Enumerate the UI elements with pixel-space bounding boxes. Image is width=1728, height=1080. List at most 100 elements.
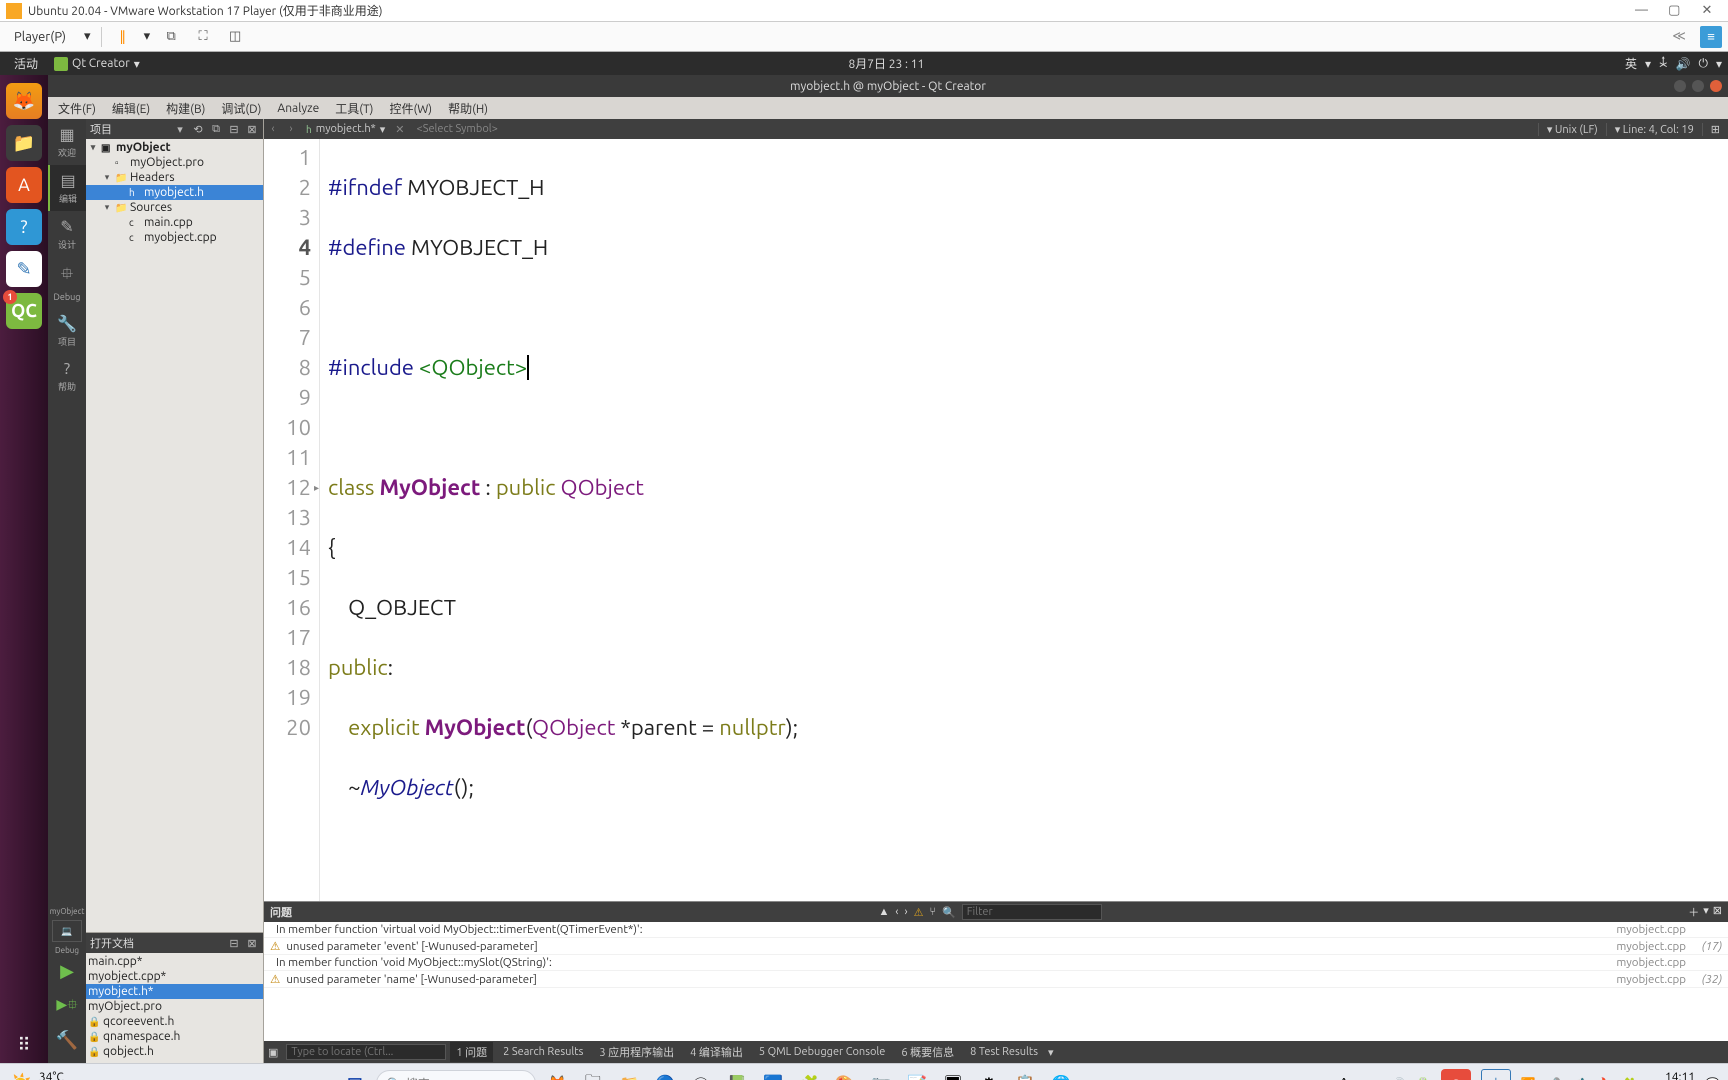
mode-design[interactable]: ✎设计	[48, 211, 86, 257]
player-menu[interactable]: Player(P)	[6, 28, 74, 46]
dock-files[interactable]: 📁	[6, 125, 42, 161]
qt-maximize[interactable]	[1692, 80, 1704, 92]
taskbar-app[interactable]: 📷	[866, 1069, 896, 1080]
panel-datetime[interactable]: 8月7日 23 : 11	[148, 55, 1625, 72]
taskbar-app[interactable]: 🦊	[542, 1069, 572, 1080]
menu-help[interactable]: 帮助(H)	[442, 98, 494, 119]
output-tab-general[interactable]: 6 概要信息	[895, 1042, 960, 1062]
dock-software[interactable]: A	[6, 167, 42, 203]
open-doc-item[interactable]: myobject.h*	[86, 984, 263, 999]
tree-main-cpp[interactable]: cmain.cpp	[86, 215, 263, 230]
tree-myobject-cpp[interactable]: cmyobject.cpp	[86, 230, 263, 245]
minimize-button[interactable]: —	[1627, 3, 1657, 17]
close-button[interactable]: ✕	[1692, 3, 1722, 18]
open-doc-item[interactable]: 🔒qcoreevent.h	[86, 1014, 263, 1029]
taskbar-app[interactable]: 🗀	[578, 1069, 608, 1080]
power-icon[interactable]: ⏻	[1698, 57, 1708, 71]
open-doc-item[interactable]: main.cpp*	[86, 954, 263, 969]
menu-debug[interactable]: 调试(D)	[215, 98, 267, 119]
menu-window[interactable]: 控件(W)	[383, 98, 438, 119]
issue-row[interactable]: ⚠unused parameter 'name' [-Wunused-param…	[264, 971, 1728, 988]
mode-projects[interactable]: 🔧项目	[48, 308, 86, 354]
dock-texteditor[interactable]: ✎	[6, 251, 42, 287]
tray-expand[interactable]: ^	[1329, 1069, 1359, 1080]
dock-help[interactable]: ?	[6, 209, 42, 245]
lang-indicator[interactable]: 英	[1625, 55, 1637, 72]
unity-button[interactable]: ◫	[224, 26, 246, 48]
taskbar-app[interactable]: 📋	[1010, 1069, 1040, 1080]
tree-project-root[interactable]: ▾▣myObject	[86, 140, 263, 155]
close-pane-icon[interactable]: ⊠	[245, 123, 259, 136]
file-crumb[interactable]: h myobject.h* ▾	[300, 123, 391, 136]
tray-icon[interactable]: 🎤	[1546, 1077, 1561, 1080]
prev-issue[interactable]: ▲	[878, 906, 889, 918]
tray-icon[interactable]: 🔥	[1596, 1077, 1611, 1080]
taskbar-app[interactable]: 📗	[722, 1069, 752, 1080]
output-tab-issues[interactable]: 1 问题	[450, 1042, 493, 1062]
fullscreen-button[interactable]: ⛶	[192, 26, 214, 48]
ime-sogou-icon[interactable]: S	[1441, 1069, 1471, 1080]
maximize-button[interactable]: ▢	[1659, 3, 1689, 18]
tree-pro-file[interactable]: ▫myObject.pro	[86, 155, 263, 170]
volume-icon[interactable]: 🔊	[1676, 57, 1691, 71]
tree-sources-folder[interactable]: ▾📁Sources	[86, 200, 263, 215]
menu-file[interactable]: 文件(F)	[52, 98, 102, 119]
taskbar-app[interactable]: 🌐	[1046, 1069, 1076, 1080]
split-icon[interactable]: ⊟	[227, 937, 241, 950]
open-doc-item[interactable]: myObject.pro	[86, 999, 263, 1014]
send-cad-button[interactable]: ⧉	[160, 26, 182, 48]
back-button[interactable]: ≪	[1668, 26, 1690, 48]
taskbar-app[interactable]: 🎨	[830, 1069, 860, 1080]
taskbar-app[interactable]: 🟦	[758, 1069, 788, 1080]
menu-tools[interactable]: 工具(T)	[329, 98, 379, 119]
line-ending-selector[interactable]: ▾ Unix (LF)	[1538, 123, 1606, 136]
editor-split-icon[interactable]: ⊞	[1702, 123, 1728, 136]
menu-edit[interactable]: 编辑(E)	[106, 98, 156, 119]
tray-icon[interactable]: ☁	[1369, 1077, 1381, 1080]
system-tray[interactable]: ^ ☁ 🔊 🔋 S 中 📶 🎤 📢 🔥 🧩 14:11 2023/8/8 💬	[1329, 1069, 1720, 1080]
issues-list[interactable]: In member function 'virtual void MyObjec…	[264, 922, 1728, 1041]
output-tab-qml[interactable]: 5 QML Debugger Console	[753, 1044, 892, 1060]
mode-edit[interactable]: ▤编辑	[48, 165, 86, 211]
taskbar-app[interactable]: ⚙	[974, 1069, 1004, 1080]
code-content[interactable]: #ifndef MYOBJECT_H #define MYOBJECT_H #i…	[320, 139, 1728, 901]
taskbar-search[interactable]: 🔍 搜索	[376, 1070, 536, 1080]
next-issue-down[interactable]: ›	[904, 906, 907, 918]
tray-icon[interactable]: 📶	[1521, 1077, 1536, 1080]
tray-icon[interactable]: 🔋	[1416, 1077, 1431, 1080]
output-tab-compile[interactable]: 4 编译输出	[684, 1042, 749, 1062]
minimize-pane-icon[interactable]: ▾	[1703, 904, 1709, 920]
mode-debug[interactable]: ⯐Debug	[48, 257, 86, 308]
close-pane-icon[interactable]: ⊠	[1713, 904, 1722, 920]
kit-selector[interactable]: 💻	[52, 920, 82, 942]
fold-icon[interactable]: ▸	[314, 473, 319, 503]
zoom-in-icon[interactable]: ＋	[1688, 904, 1699, 920]
dock-firefox[interactable]: 🦊	[6, 83, 42, 119]
symbol-selector[interactable]: <Select Symbol>	[409, 123, 506, 135]
issue-row[interactable]: In member function 'void MyObject::mySlo…	[264, 955, 1728, 971]
suspend-vm-button[interactable]: ∥	[112, 26, 134, 48]
qt-close[interactable]	[1710, 80, 1722, 92]
filter-warn-icon[interactable]: ⚠	[914, 906, 924, 919]
build-button[interactable]: 🔨	[50, 1024, 84, 1057]
code-editor[interactable]: 1234567891011121314151617181920 #ifndef …	[264, 139, 1728, 901]
taskbar-app[interactable]: Ⓜ	[686, 1069, 716, 1080]
cursor-position[interactable]: ▾ Line: 4, Col: 19	[1606, 123, 1702, 136]
tree-headers-folder[interactable]: ▾📁Headers	[86, 170, 263, 185]
filter-icon[interactable]: ▾	[173, 123, 187, 136]
taskbar-app[interactable]: 🔵	[650, 1069, 680, 1080]
start-button[interactable]: ⊞	[340, 1069, 370, 1080]
taskbar-app[interactable]: 🧩	[794, 1069, 824, 1080]
taskbar-weather[interactable]: ☀️ 34°C 局部晴朗	[8, 1071, 87, 1080]
open-doc-item[interactable]: 🔒qobject.h	[86, 1044, 263, 1059]
output-tab-app[interactable]: 3 应用程序输出	[593, 1042, 680, 1062]
taskbar-clock[interactable]: 14:11 2023/8/8	[1646, 1071, 1695, 1080]
app-menu[interactable]: Qt Creator ▾	[46, 57, 148, 71]
notifications-icon[interactable]: 💬	[1705, 1077, 1720, 1080]
locator-input[interactable]	[286, 1044, 446, 1060]
split-icon[interactable]: ⊟	[227, 123, 241, 136]
issue-row[interactable]: In member function 'virtual void MyObjec…	[264, 922, 1728, 938]
tray-icon[interactable]: 🧩	[1621, 1077, 1636, 1080]
tray-icon[interactable]: 🔊	[1391, 1077, 1406, 1080]
issues-filter-input[interactable]	[962, 904, 1102, 920]
